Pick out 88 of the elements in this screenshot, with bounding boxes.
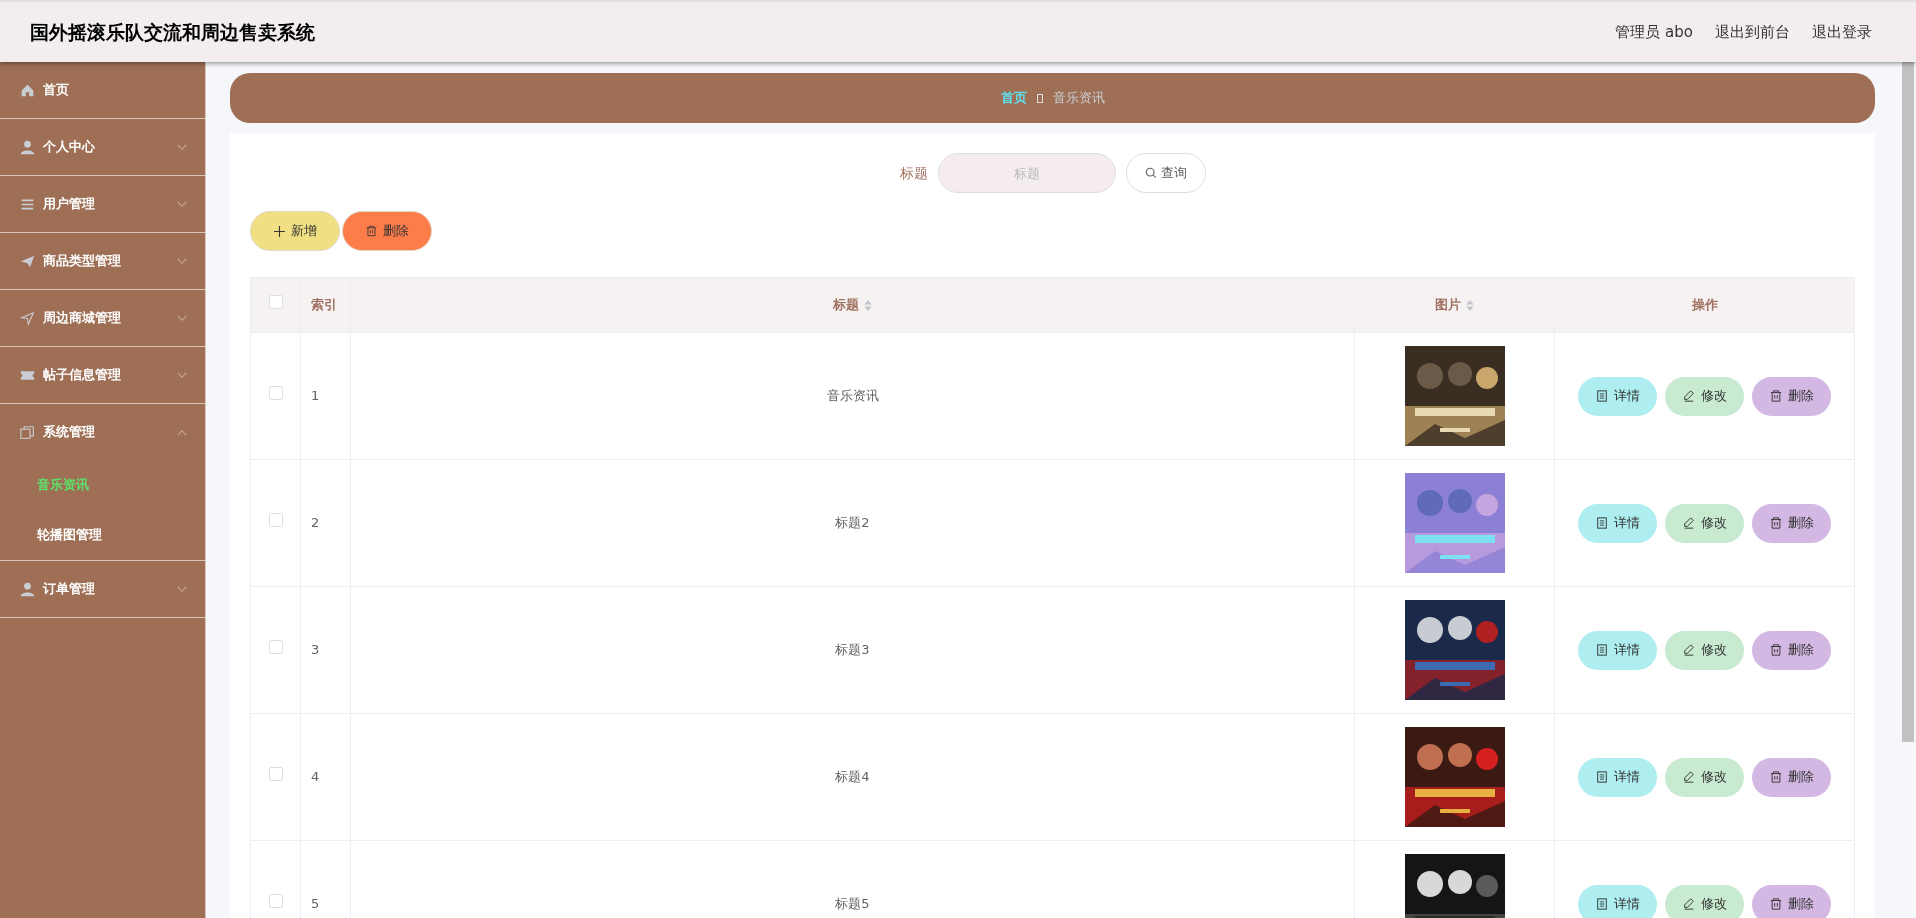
checkbox[interactable] [268, 894, 283, 909]
row-action-button[interactable]: 详情 [1578, 630, 1657, 670]
table-cell: 标题3 [835, 642, 870, 658]
search-button[interactable]: 查询 [1125, 153, 1206, 193]
row-action-button[interactable]: 详情 [1578, 376, 1657, 416]
pencil-icon [1682, 898, 1695, 910]
menu-item[interactable]: 首页 [0, 62, 205, 118]
chevron-down-icon [177, 200, 187, 208]
search-field[interactable]: 标题 [937, 153, 1116, 193]
pencil-icon [1682, 517, 1695, 529]
menu-item[interactable]: 商品类型管理 [0, 233, 205, 289]
column-header-cell[interactable]: 标题 [350, 277, 1355, 333]
menu-item[interactable]: 帖子信息管理 [0, 347, 205, 403]
document-icon [1595, 771, 1608, 783]
navigation-icon [20, 310, 35, 326]
row-action-button[interactable]: 删除 [1752, 884, 1831, 918]
search-label: 标题 [899, 163, 928, 183]
header-link[interactable]: 退出到前台 [1715, 20, 1790, 44]
plus-icon [273, 225, 285, 237]
chevron-down-icon [177, 257, 187, 265]
row-action-button[interactable]: 修改 [1665, 757, 1744, 797]
table-cell: 2 [311, 515, 320, 531]
document-icon [1595, 644, 1608, 656]
paper-plane-icon [20, 253, 35, 269]
chevron-down-icon [177, 143, 187, 151]
table-cell: 标题5 [835, 896, 870, 912]
pencil-icon [1682, 644, 1695, 656]
search-icon [1144, 167, 1157, 179]
row-action-button[interactable]: 详情 [1578, 757, 1657, 797]
trash-icon [1769, 390, 1782, 402]
row-action-button[interactable]: 删除 [1752, 503, 1831, 543]
menu-item[interactable]: 订单管理 [0, 561, 205, 617]
row-action-button[interactable]: 修改 [1665, 376, 1744, 416]
table-cell: 标题2 [835, 515, 870, 531]
user-icon [20, 581, 35, 597]
sort-icon [1466, 299, 1474, 311]
column-header-cell[interactable]: 图片 [1354, 277, 1555, 333]
document-icon [1595, 898, 1608, 910]
header-link[interactable]: 退出登录 [1812, 20, 1872, 44]
row-action-button[interactable]: 修改 [1665, 884, 1744, 918]
document-icon [1595, 517, 1608, 529]
row-action-button[interactable]: 删除 [1752, 630, 1831, 670]
menu-item[interactable]: 用户管理 [0, 176, 205, 232]
menu-item[interactable]: 周边商城管理 [0, 290, 205, 346]
table-cell: 4 [311, 769, 320, 785]
copy-icon [20, 424, 35, 440]
column-header: 图片 [1435, 296, 1461, 315]
toolbar-button[interactable]: 新增 [250, 211, 340, 251]
column-header: 索引 [311, 296, 337, 315]
table-cell: 1 [311, 388, 320, 404]
column-header: 操作 [1691, 296, 1718, 315]
row-action-button[interactable]: 删除 [1752, 757, 1831, 797]
row-action-button[interactable]: 详情 [1578, 884, 1657, 918]
checkbox[interactable] [268, 386, 283, 401]
checkbox[interactable] [268, 295, 283, 310]
home-icon [20, 82, 35, 98]
chevron-down-icon [177, 585, 187, 593]
menu-item[interactable]: 系统管理 [0, 404, 205, 460]
separator-icon [1036, 93, 1043, 103]
trash-icon [1769, 771, 1782, 783]
column-header: 标题 [833, 296, 859, 315]
table-cell: 3 [311, 642, 320, 658]
table-cell: 5 [311, 896, 320, 912]
checkbox[interactable] [268, 767, 283, 782]
app-title: 国外摇滚乐队交流和周边售卖系统 [30, 19, 315, 45]
header-link[interactable]: 管理员 abo [1615, 20, 1693, 44]
chevron-down-icon [177, 314, 187, 322]
row-action-button[interactable]: 修改 [1665, 630, 1744, 670]
trash-icon [1769, 517, 1782, 529]
chevron-down-icon [177, 371, 187, 379]
submenu-item[interactable]: 轮播图管理 [0, 510, 205, 560]
row-action-button[interactable]: 详情 [1578, 503, 1657, 543]
menu-item[interactable]: 个人中心 [0, 119, 205, 175]
pencil-icon [1682, 771, 1695, 783]
checkbox[interactable] [268, 513, 283, 528]
sort-icon [864, 299, 872, 311]
row-action-button[interactable]: 删除 [1752, 376, 1831, 416]
table-cell: 音乐资讯 [826, 388, 879, 404]
document-icon [1595, 390, 1608, 402]
checkbox[interactable] [268, 640, 283, 655]
user-icon [20, 139, 35, 155]
toolbar-button[interactable]: 删除 [342, 211, 432, 251]
trash-icon [1769, 644, 1782, 656]
trash-icon [365, 225, 377, 237]
trash-icon [1769, 898, 1782, 910]
table-cell: 标题4 [835, 769, 870, 785]
row-action-button[interactable]: 修改 [1665, 503, 1744, 543]
pencil-icon [1682, 390, 1695, 402]
